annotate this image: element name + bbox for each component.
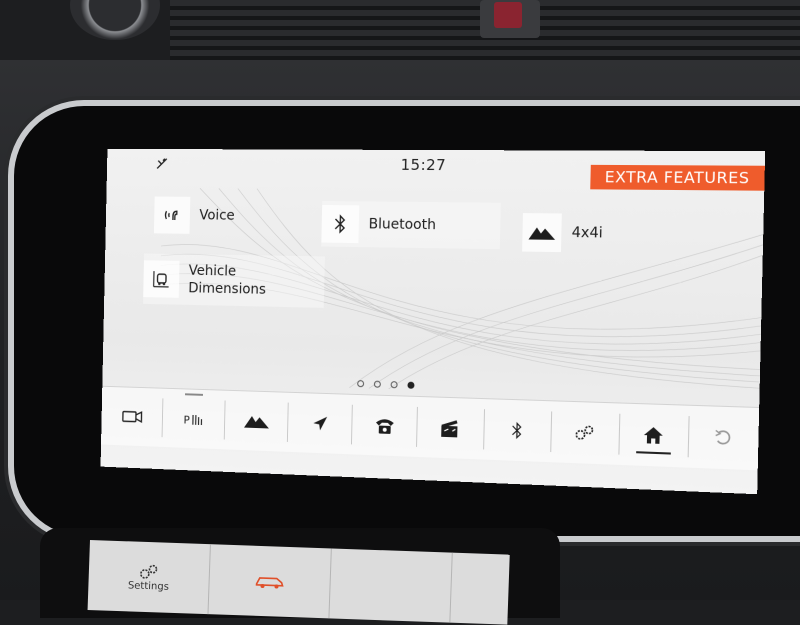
page-dot[interactable] <box>374 381 381 388</box>
lower-touchscreen: Settings <box>88 540 510 625</box>
nav-camera[interactable] <box>101 396 163 437</box>
voice-label: Voice <box>199 208 235 224</box>
vehicle-dimensions-line1: Vehicle <box>189 263 237 279</box>
nav-park-assist[interactable]: P <box>163 398 226 439</box>
vehicle-dimensions-tile[interactable]: Vehicle Dimensions <box>143 254 325 308</box>
vehicle-dimensions-line2: Dimensions <box>188 281 266 298</box>
nav-bluetooth[interactable] <box>484 409 552 452</box>
vehicle-dimensions-label: Vehicle Dimensions <box>188 262 266 299</box>
mountain-icon <box>522 213 562 252</box>
voice-tile[interactable]: Voice <box>154 194 297 239</box>
4x4i-label: 4x4i <box>571 225 602 242</box>
park-assist-icon: P <box>183 411 204 427</box>
svg-text:P: P <box>183 413 190 426</box>
vehicle-dimensions-icon <box>143 260 179 298</box>
page-dot[interactable] <box>391 381 398 388</box>
phone-icon <box>374 416 396 435</box>
page-dot[interactable] <box>357 380 364 387</box>
bluetooth-tile[interactable]: Bluetooth <box>321 201 501 249</box>
media-clapper-icon <box>439 418 461 439</box>
nav-back[interactable] <box>689 416 759 460</box>
lower-settings-label: Settings <box>128 580 169 592</box>
back-icon <box>714 428 734 447</box>
nav-home[interactable] <box>619 414 689 458</box>
settings-gears-icon <box>573 423 596 442</box>
voice-icon <box>154 197 190 234</box>
terrain-icon <box>244 413 269 430</box>
lower-cell[interactable] <box>329 548 452 622</box>
hazard-button <box>480 0 540 38</box>
clock: 15:27 <box>400 156 446 174</box>
extra-features-tab[interactable]: EXTRA FEATURES <box>590 165 765 191</box>
bottom-nav-bar: P <box>101 386 759 471</box>
lower-vehicle-button[interactable] <box>208 544 331 618</box>
nav-navigation[interactable] <box>288 403 353 445</box>
4x4i-tile[interactable]: 4x4i <box>522 209 668 258</box>
nav-settings[interactable] <box>551 411 620 454</box>
camera-icon <box>121 410 142 424</box>
settings-gears-icon <box>138 562 161 581</box>
navigation-arrow-icon <box>311 414 329 432</box>
bluetooth-icon <box>510 420 525 441</box>
nav-media[interactable] <box>417 407 484 449</box>
lower-settings-button[interactable]: Settings <box>88 540 211 614</box>
nav-phone[interactable] <box>352 405 418 447</box>
dashboard-dial <box>70 0 160 40</box>
vehicle-icon <box>254 573 285 590</box>
no-signal-icon <box>155 157 168 171</box>
page-dot-active[interactable] <box>407 382 414 389</box>
home-icon <box>643 426 664 445</box>
bluetooth-icon <box>321 205 359 243</box>
bluetooth-label: Bluetooth <box>368 216 436 233</box>
nav-terrain[interactable] <box>225 401 289 442</box>
infotainment-screen: 15:27 EXTRA FEATURES Voice Bluetooth 4x4… <box>101 149 766 494</box>
